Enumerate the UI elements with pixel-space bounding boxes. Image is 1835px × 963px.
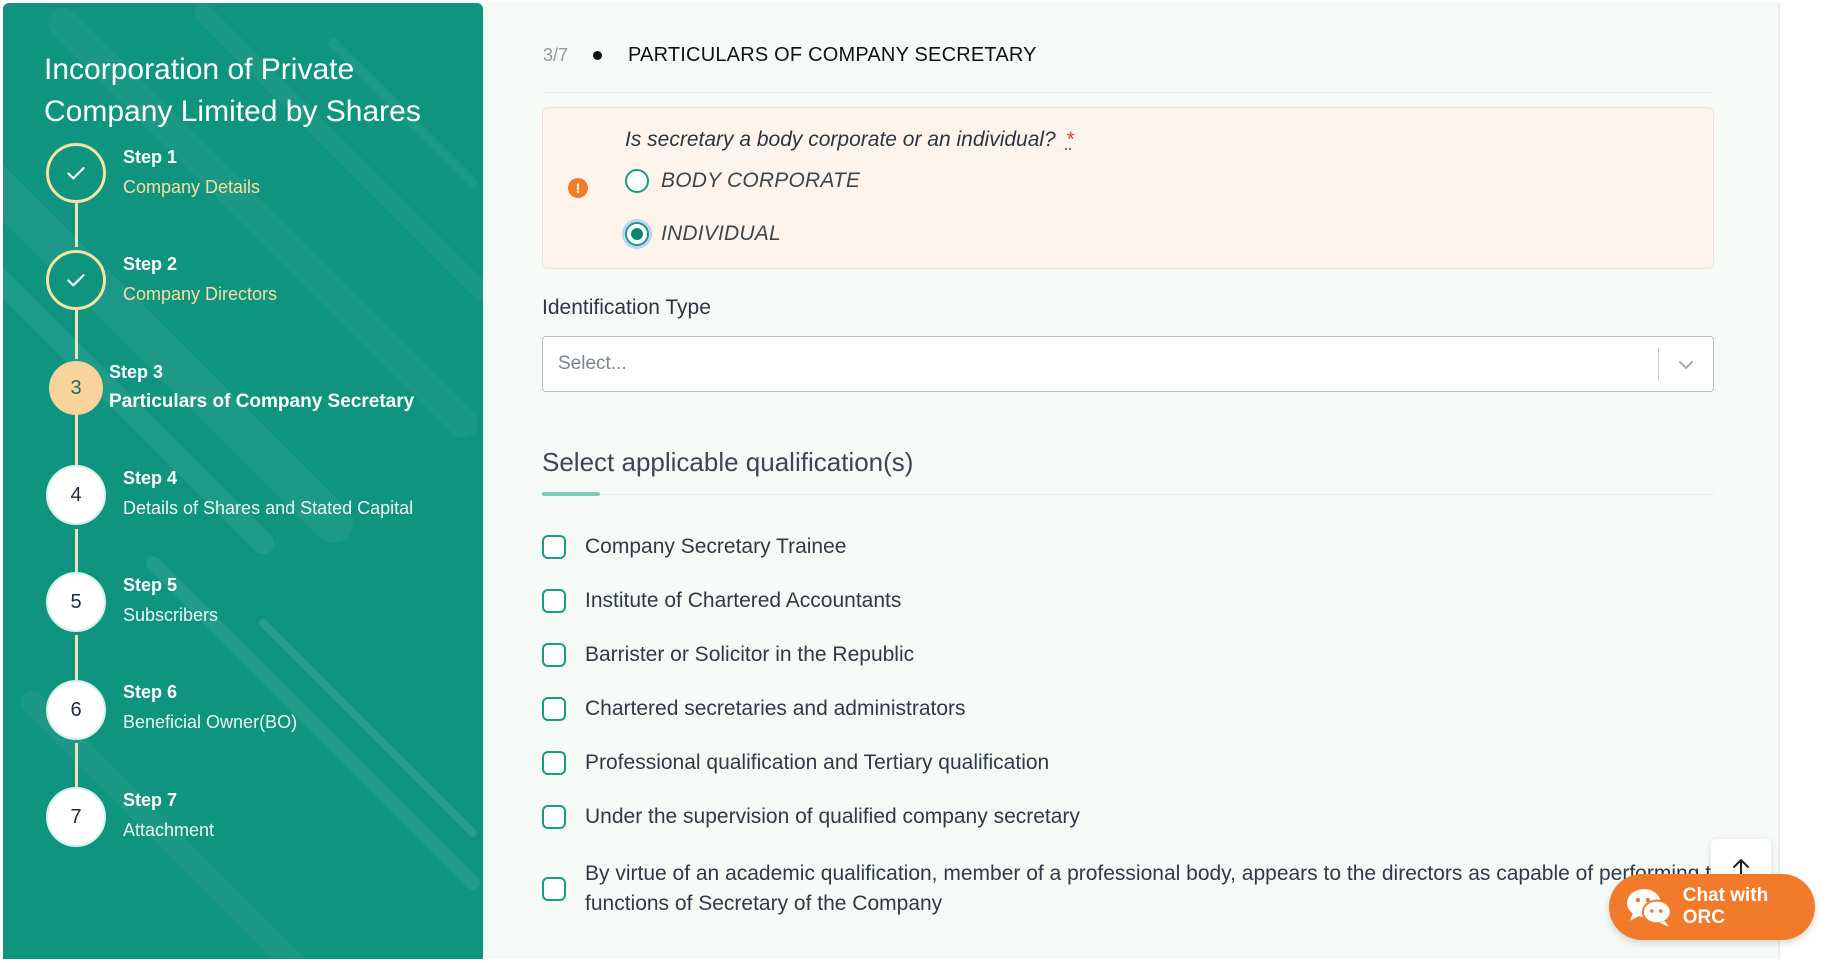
step-6-indicator[interactable]: 6 <box>46 680 106 740</box>
step-5-name[interactable]: Subscribers <box>123 605 218 626</box>
steps-sidebar: Incorporation of Private Company Limited… <box>3 3 483 959</box>
panel-border <box>1778 3 1780 959</box>
select-placeholder: Select... <box>558 353 627 374</box>
step-connector <box>75 743 78 791</box>
radio-label[interactable]: INDIVIDUAL <box>661 222 781 246</box>
step-4-title: Step 4 <box>123 468 178 488</box>
sidebar-title: Incorporation of Private Company Limited… <box>44 53 421 128</box>
qualification-option[interactable]: Under the supervision of qualified compa… <box>542 805 1080 832</box>
chat-bubbles-icon <box>1626 889 1672 927</box>
identification-type-label: Identification Type <box>542 296 711 319</box>
question-label: Is secretary a body corporate or an indi… <box>625 128 1074 152</box>
divider <box>543 92 1713 93</box>
step-2-title: Step 2 <box>123 254 178 274</box>
step-5-title: Step 5 <box>123 575 178 595</box>
divider <box>542 494 1714 495</box>
qualification-label[interactable]: Barrister or Solicitor in the Republic <box>585 640 914 670</box>
step-1-indicator[interactable] <box>46 143 106 203</box>
radio-button-selected[interactable] <box>625 222 649 246</box>
radio-option-body-corporate[interactable]: BODY CORPORATE <box>625 169 860 193</box>
qualification-label[interactable]: Professional qualification and Tertiary … <box>585 748 1049 778</box>
step-7-indicator[interactable]: 7 <box>46 787 106 847</box>
radio-label[interactable]: BODY CORPORATE <box>661 169 860 193</box>
select-separator <box>1658 348 1659 381</box>
question-text: Is secretary a body corporate or an indi… <box>625 128 1056 151</box>
qualification-label[interactable]: Company Secretary Trainee <box>585 532 846 562</box>
step-3-name[interactable]: Particulars of Company Secretary <box>109 391 414 413</box>
step-connector <box>75 203 78 247</box>
step-connector <box>75 413 78 469</box>
step-counter: 3/7 <box>543 45 569 65</box>
step-2-indicator[interactable] <box>46 250 106 310</box>
step-5-indicator[interactable]: 5 <box>46 572 106 632</box>
step-2-name[interactable]: Company Directors <box>123 284 277 305</box>
qualification-option[interactable]: Barrister or Solicitor in the Republic <box>542 643 914 670</box>
checkbox[interactable] <box>542 643 566 667</box>
step-7-name[interactable]: Attachment <box>123 820 214 841</box>
qualifications-heading: Select applicable qualification(s) <box>542 447 914 477</box>
step-7-title: Step 7 <box>123 790 178 810</box>
checkbox[interactable] <box>542 589 566 613</box>
heading-underline <box>542 492 600 496</box>
step-3-indicator[interactable]: 3 <box>49 361 103 415</box>
checkbox[interactable] <box>542 697 566 721</box>
checkmark-icon <box>67 274 85 287</box>
checkbox[interactable] <box>542 805 566 829</box>
qualification-label[interactable]: Under the supervision of qualified compa… <box>585 802 1080 832</box>
radio-button[interactable] <box>625 169 649 193</box>
radio-option-individual[interactable]: INDIVIDUAL <box>625 222 781 246</box>
section-title: PARTICULARS OF COMPANY SECRETARY <box>628 44 1037 66</box>
qualification-option[interactable]: Company Secretary Trainee <box>542 535 846 562</box>
checkbox[interactable] <box>542 877 566 901</box>
warning-icon: ! <box>568 178 588 198</box>
qualification-label[interactable]: Chartered secretaries and administrators <box>585 694 966 724</box>
checkbox[interactable] <box>542 535 566 559</box>
step-6-name[interactable]: Beneficial Owner(BO) <box>123 712 297 733</box>
chevron-down-icon[interactable] <box>1676 355 1696 375</box>
secretary-type-question: ! Is secretary a body corporate or an in… <box>542 107 1714 269</box>
chat-with-orc-button[interactable]: Chat with ORC <box>1609 874 1815 940</box>
checkmark-icon <box>67 167 85 180</box>
step-3-title: Step 3 <box>109 362 164 382</box>
step-4-indicator[interactable]: 4 <box>46 465 106 525</box>
qualification-label[interactable]: By virtue of an academic qualification, … <box>585 859 1735 919</box>
qualification-option[interactable]: Professional qualification and Tertiary … <box>542 751 1049 778</box>
qualification-option[interactable]: Institute of Chartered Accountants <box>542 589 901 616</box>
chat-label[interactable]: Chat with ORC <box>1683 885 1815 929</box>
step-6-title: Step 6 <box>123 682 178 702</box>
section-header: 3/7 PARTICULARS OF COMPANY SECRETARY <box>543 44 1037 67</box>
step-connector <box>75 307 78 359</box>
step-connector <box>75 529 78 575</box>
step-4-name[interactable]: Details of Shares and Stated Capital <box>123 498 413 519</box>
step-connector <box>75 635 78 683</box>
required-marker: * <box>1065 128 1074 151</box>
checkbox[interactable] <box>542 751 566 775</box>
step-1-name[interactable]: Company Details <box>123 177 260 198</box>
qualification-option[interactable]: Chartered secretaries and administrators <box>542 697 966 724</box>
bullet-icon <box>593 51 602 60</box>
step-1-title: Step 1 <box>123 147 178 167</box>
qualification-label[interactable]: Institute of Chartered Accountants <box>585 586 901 616</box>
identification-type-select[interactable]: Select... <box>542 336 1714 392</box>
qualification-option[interactable]: By virtue of an academic qualification, … <box>542 859 1735 919</box>
